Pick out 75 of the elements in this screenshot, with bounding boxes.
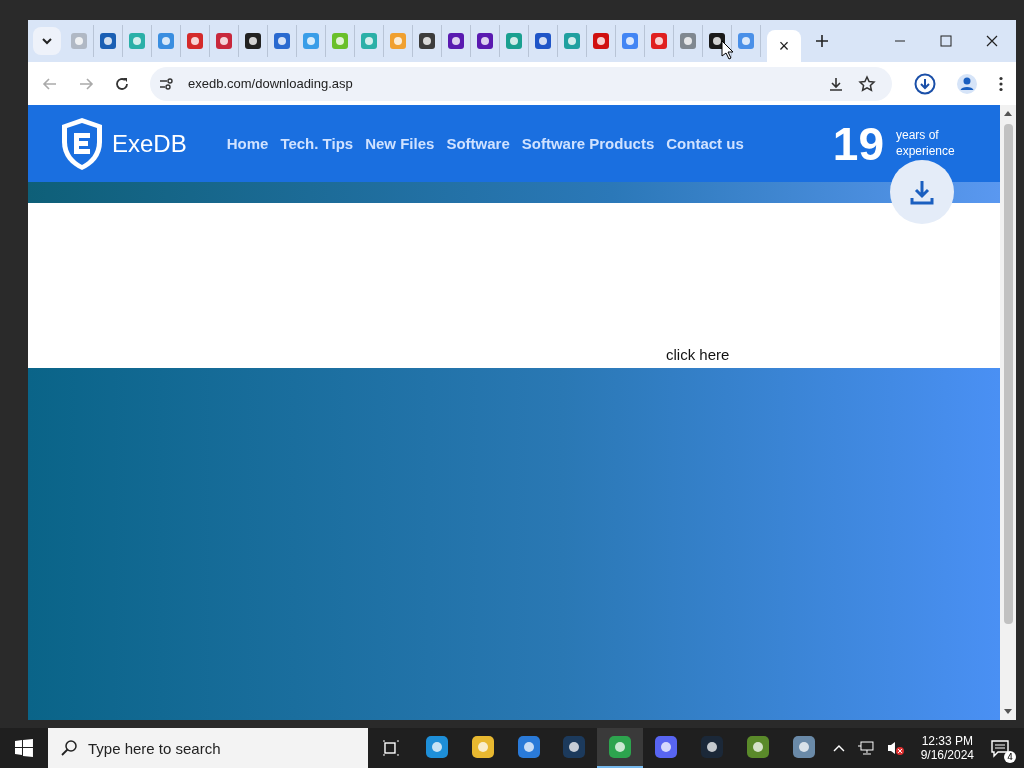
clock-date[interactable]: 9/16/2024 [920, 748, 975, 762]
favicon-icon [534, 32, 552, 50]
nav-link[interactable]: Tech. Tips [280, 135, 354, 152]
download-icon [908, 178, 936, 206]
network-icon[interactable] [856, 740, 875, 756]
volume-muted-icon[interactable] [886, 740, 905, 756]
favicon-icon [70, 32, 88, 50]
logo-text[interactable]: ExeDB [112, 129, 187, 158]
favicon-icon [128, 32, 146, 50]
new-tab-icon[interactable] [815, 34, 829, 48]
clock-time[interactable]: 12:33 PM [921, 734, 974, 748]
favicon-icon [389, 32, 407, 50]
scroll-down-icon[interactable] [1004, 709, 1012, 715]
scroll-up-icon[interactable] [1004, 110, 1012, 116]
mouse-cursor-icon [721, 40, 735, 60]
notification-icon[interactable] [990, 738, 1011, 758]
favicon-icon [505, 32, 523, 50]
task-view-icon[interactable] [381, 739, 400, 757]
tab-search-button[interactable] [33, 27, 61, 55]
download-icon[interactable] [828, 75, 844, 92]
scrollbar-thumb[interactable] [1003, 124, 1013, 624]
app-icon [424, 735, 449, 759]
scrollbar[interactable] [1000, 105, 1016, 720]
more-icon[interactable] [998, 75, 1004, 92]
favicon-icon [99, 32, 117, 50]
favicon-icon [650, 32, 668, 50]
favicon-icon [418, 32, 436, 50]
maximize-icon[interactable] [940, 35, 952, 47]
profile-icon[interactable] [956, 72, 978, 95]
favicon-icon [331, 32, 349, 50]
reload-icon[interactable] [114, 75, 130, 92]
favicon-icon [157, 32, 175, 50]
search-icon [59, 739, 78, 757]
favicon-icon [476, 32, 494, 50]
close-icon[interactable] [986, 35, 998, 47]
chevron-down-icon [41, 37, 53, 45]
app-icon [562, 735, 587, 759]
favicon-icon [592, 32, 610, 50]
favicon-icon [563, 32, 581, 50]
app-icon [470, 735, 495, 759]
app-icon [745, 735, 770, 759]
app-icon [700, 735, 725, 759]
nav-link[interactable]: Software Products [521, 135, 655, 152]
nav-link[interactable]: Home [226, 135, 269, 152]
favicon-icon [679, 32, 697, 50]
app-icon [608, 735, 633, 759]
favicon-icon [621, 32, 639, 50]
start-icon[interactable] [15, 739, 33, 757]
chevron-up-icon[interactable] [832, 744, 845, 752]
download-circle-icon[interactable] [914, 72, 936, 95]
click-here-link[interactable]: click here [666, 346, 730, 363]
favicon-icon [186, 32, 204, 50]
app-icon [791, 735, 816, 759]
notification-badge: 4 [1004, 751, 1017, 763]
app-icon [654, 735, 679, 759]
favicon-icon [244, 32, 262, 50]
tab[interactable]: × [767, 30, 801, 62]
favicon-icon [737, 32, 755, 50]
nav-link[interactable]: Software [446, 135, 510, 152]
favicon-icon [447, 32, 465, 50]
years-caption: years of experience [896, 127, 956, 160]
years-number: 19 [832, 116, 884, 171]
address-bar[interactable]: exedb.com/downloading.asp [150, 66, 892, 101]
taskbar-search-field[interactable]: Type here to search [47, 728, 368, 768]
site-settings-icon[interactable] [158, 75, 174, 92]
nav-link[interactable]: New Files [365, 135, 435, 152]
favicon-icon [215, 32, 233, 50]
app-icon [516, 735, 541, 759]
url-text: exedb.com/downloading.asp [188, 76, 353, 91]
star-icon[interactable] [858, 74, 876, 93]
favicon-icon [273, 32, 291, 50]
favicon-icon [360, 32, 378, 50]
nav-link[interactable]: Contact us [666, 135, 744, 152]
taskbar-app[interactable] [597, 728, 644, 768]
favicon-icon [302, 32, 320, 50]
